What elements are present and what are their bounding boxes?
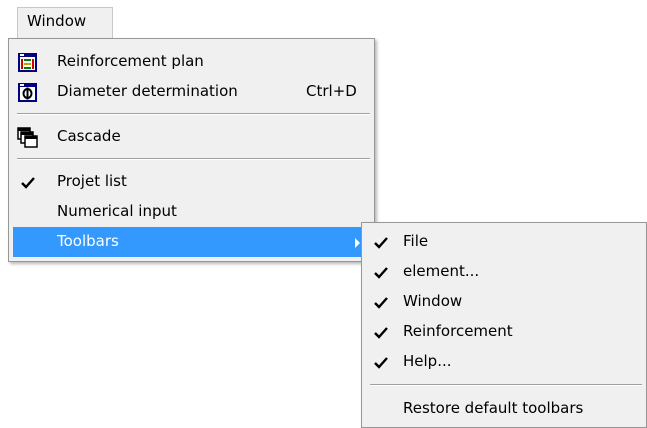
diameter-icon bbox=[18, 83, 37, 102]
menu-separator bbox=[17, 113, 370, 115]
submenu-item-reinforcement[interactable]: Reinforcement bbox=[366, 317, 642, 347]
checkmark-icon bbox=[374, 237, 388, 249]
window-menu: Reinforcement plan Diameter determinatio… bbox=[8, 38, 375, 262]
submenu-item-label: Reinforcement bbox=[403, 322, 513, 340]
reinforcement-plan-icon bbox=[18, 53, 37, 72]
cascade-icon bbox=[17, 127, 38, 148]
menu-item-label: Projet list bbox=[57, 172, 127, 190]
toolbars-submenu: File element... Window Reinforcement Hel… bbox=[361, 222, 647, 428]
menu-item-label: Reinforcement plan bbox=[57, 52, 204, 70]
checkmark-icon bbox=[374, 297, 388, 309]
checkmark-icon bbox=[21, 177, 35, 189]
menu-item-diameter-determination[interactable]: Diameter determination Ctrl+D bbox=[13, 77, 370, 107]
submenu-item-label: Window bbox=[403, 292, 463, 310]
submenu-item-element[interactable]: element... bbox=[366, 257, 642, 287]
submenu-item-label: element... bbox=[403, 262, 480, 280]
menu-item-toolbars[interactable]: Toolbars bbox=[13, 227, 370, 257]
submenu-item-label: Help... bbox=[403, 352, 452, 370]
menu-item-label: Cascade bbox=[57, 127, 121, 145]
submenu-item-file[interactable]: File bbox=[366, 227, 642, 257]
window-menu-label: Window bbox=[27, 12, 87, 30]
menu-bar: Window bbox=[0, 0, 647, 38]
shortcut-label: Ctrl+D bbox=[306, 82, 357, 100]
submenu-item-help[interactable]: Help... bbox=[366, 347, 642, 377]
menu-item-reinforcement-plan[interactable]: Reinforcement plan bbox=[13, 47, 370, 77]
menu-item-numerical-input[interactable]: Numerical input bbox=[13, 197, 370, 227]
menu-separator bbox=[370, 384, 642, 386]
menu-item-projet-list[interactable]: Projet list bbox=[13, 167, 370, 197]
submenu-item-restore-default-toolbars[interactable]: Restore default toolbars bbox=[366, 394, 642, 424]
menu-item-cascade[interactable]: Cascade bbox=[13, 122, 370, 152]
submenu-item-label: File bbox=[403, 232, 429, 250]
submenu-item-label: Restore default toolbars bbox=[403, 399, 584, 417]
menu-item-label: Numerical input bbox=[57, 202, 177, 220]
checkmark-icon bbox=[374, 357, 388, 369]
checkmark-icon bbox=[374, 267, 388, 279]
submenu-item-window[interactable]: Window bbox=[366, 287, 642, 317]
submenu-arrow-icon bbox=[355, 238, 360, 248]
menu-item-label: Toolbars bbox=[57, 232, 119, 250]
checkmark-icon bbox=[374, 327, 388, 339]
menu-separator bbox=[17, 158, 370, 160]
window-menu-button[interactable]: Window bbox=[17, 7, 113, 38]
menu-item-label: Diameter determination bbox=[57, 82, 238, 100]
